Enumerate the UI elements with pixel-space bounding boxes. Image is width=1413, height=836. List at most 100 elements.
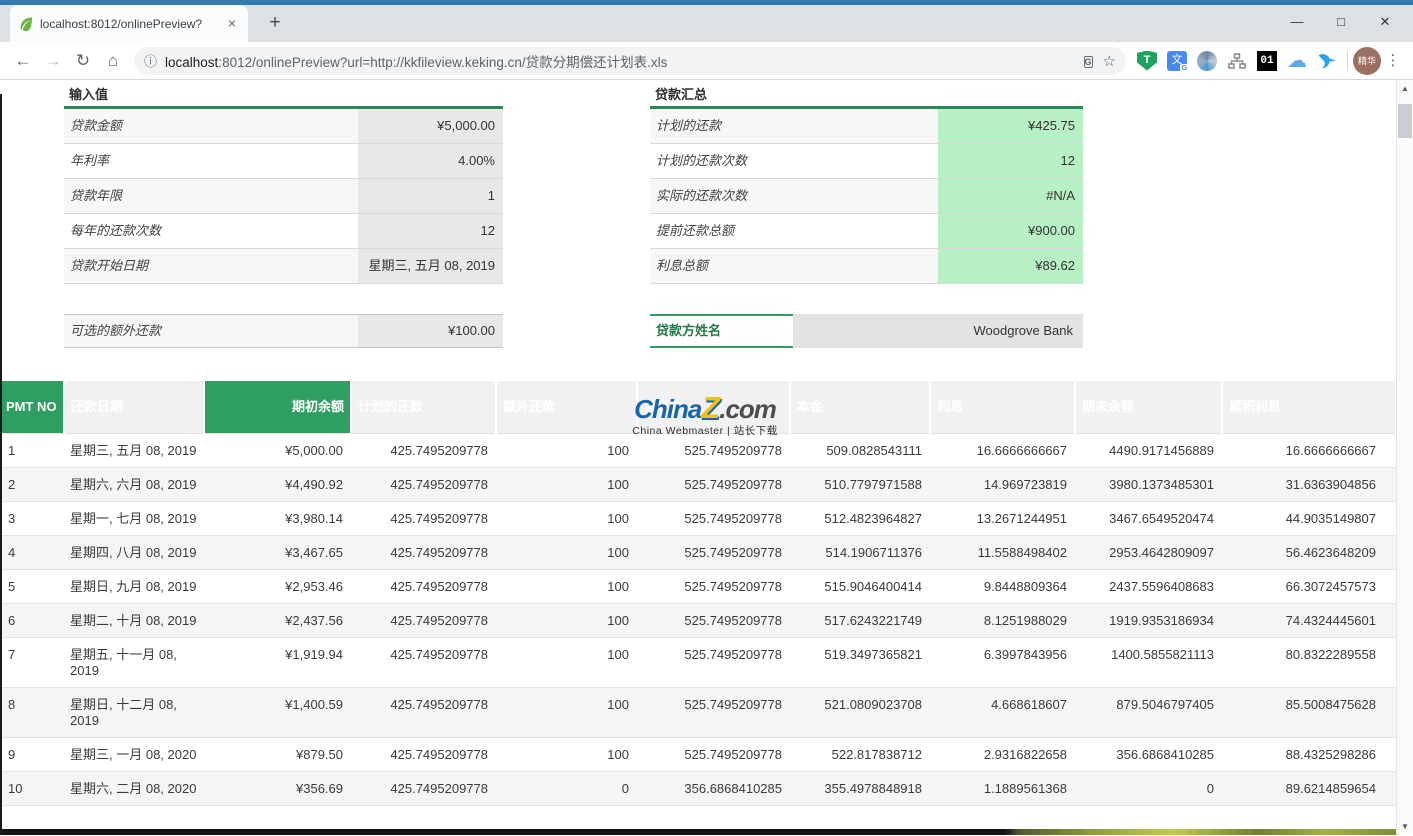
swirl-extension-icon[interactable]: [1192, 46, 1222, 76]
sitemap-extension-icon[interactable]: [1222, 46, 1252, 76]
input-section: 输入值 贷款金额 ¥5,000.00 年利率 4.00% 贷款年限 1 每年的还…: [64, 83, 503, 284]
cell: 10: [8, 780, 23, 796]
cell: 85.5008475628: [1285, 696, 1376, 712]
tampermonkey-extension-icon[interactable]: T: [1132, 46, 1162, 76]
cell: 44.9035149807: [1285, 510, 1376, 526]
table-row: 6 星期二, 十月 08, 2019 ¥2,437.56 425.7495209…: [0, 603, 1396, 637]
cell: 509.0828543111: [826, 442, 922, 458]
table-row: 1 星期三, 五月 08, 2019 ¥5,000.00 425.7495209…: [0, 433, 1396, 467]
01-extension-icon[interactable]: 01: [1252, 46, 1282, 76]
cell: 9: [8, 746, 16, 762]
cell: 525.7495209778: [684, 510, 782, 526]
bird-extension-icon[interactable]: [1312, 46, 1342, 76]
cell: 14.969723819: [983, 476, 1067, 492]
cell: 525.7495209778: [684, 646, 782, 662]
watermark-china: China: [634, 394, 702, 424]
column-header: PMT NO: [0, 381, 65, 433]
url-text[interactable]: localhost:8012/onlinePreview?url=http://…: [165, 51, 1074, 71]
reload-icon[interactable]: ↻: [68, 46, 98, 76]
page-info-icon[interactable]: ⓘ: [144, 51, 157, 70]
table-row: 3 星期一, 七月 08, 2019 ¥3,980.14 425.7495209…: [0, 501, 1396, 535]
kv-label: 计划的还款: [650, 109, 938, 143]
cell: 100: [607, 696, 629, 712]
cell: 6.3997843956: [983, 646, 1067, 662]
content-left-edge: [0, 94, 2, 835]
column-header: 计划的还款: [351, 381, 497, 433]
cell: 100: [607, 578, 629, 594]
home-icon[interactable]: ⌂: [98, 46, 128, 76]
cell: 5: [8, 578, 16, 594]
cell: 星期二, 十月 08, 2019: [70, 612, 197, 628]
back-icon[interactable]: ←: [8, 46, 38, 76]
cell: ¥2,437.56: [285, 612, 343, 628]
table-row: 8 星期日, 十二月 08, 2019 ¥1,400.59 425.749520…: [0, 687, 1396, 737]
kv-label: 利息总额: [650, 249, 938, 283]
kv-label: 实际的还款次数: [650, 179, 938, 213]
cell: 2437.5596408683: [1109, 578, 1214, 594]
chinaz-watermark: ChinaZ.com China Webmaster | 站长下载: [588, 392, 822, 437]
cell: 13.2671244951: [976, 510, 1067, 526]
profile-avatar[interactable]: 精华: [1353, 46, 1381, 75]
tab-close-icon[interactable]: ×: [224, 15, 240, 32]
cell: ¥5,000.00: [285, 442, 343, 458]
cell: 525.7495209778: [684, 612, 782, 628]
watermark-com: .com: [719, 394, 777, 424]
cell: 80.8322289558: [1285, 646, 1376, 662]
cell: ¥356.69: [296, 780, 343, 796]
cell: 879.5046797405: [1116, 696, 1214, 712]
cell: 1: [8, 442, 16, 458]
cell: 74.4324445601: [1285, 612, 1376, 628]
browser-menu-icon[interactable]: ⋮: [1381, 46, 1405, 76]
extensions-area: T 文G 01 ☁ 精华 ⋮: [1132, 46, 1405, 76]
extra-payment-label: 可选的额外还款: [64, 315, 358, 347]
translate-icon[interactable]: G: [1083, 52, 1093, 69]
spring-leaf-favicon: [18, 16, 34, 32]
cell: 2.9316822658: [983, 746, 1067, 762]
cell: 425.7495209778: [390, 510, 488, 526]
cell: 星期五, 十一月 08, 2019: [70, 646, 177, 678]
new-tab-button[interactable]: +: [262, 12, 288, 36]
kv-value: ¥89.62: [938, 249, 1083, 283]
table-row: 利息总额 ¥89.62: [650, 249, 1083, 284]
address-bar[interactable]: ⓘ localhost:8012/onlinePreview?url=http:…: [134, 46, 1126, 75]
scroll-down-icon[interactable]: ▼: [1397, 818, 1413, 835]
window-maximize-button[interactable]: □: [1319, 7, 1363, 37]
cloud-extension-icon[interactable]: ☁: [1282, 46, 1312, 76]
cell: ¥1,400.59: [285, 696, 343, 712]
cell: 4490.9171456889: [1109, 442, 1214, 458]
scrollbar[interactable]: ▲ ▼: [1396, 80, 1413, 835]
window-close-button[interactable]: ✕: [1363, 7, 1407, 37]
window-minimize-button[interactable]: —: [1275, 7, 1319, 37]
summary-section: 贷款汇总 计划的还款 ¥425.75 计划的还款次数 12 实际的还款次数 #N…: [650, 83, 1083, 284]
kv-value: ¥425.75: [938, 109, 1083, 143]
table-row: 计划的还款次数 12: [650, 144, 1083, 179]
cell: 31.6363904856: [1285, 476, 1376, 492]
bookmark-star-icon[interactable]: ☆: [1103, 52, 1116, 70]
cell: 3467.6549520474: [1109, 510, 1214, 526]
file-preview-content: 输入值 贷款金额 ¥5,000.00 年利率 4.00% 贷款年限 1 每年的还…: [0, 80, 1413, 835]
url-path: :8012/onlinePreview?url=http://kkfilevie…: [218, 54, 668, 70]
cell: 512.4823964827: [824, 510, 922, 526]
column-header: 利息: [930, 381, 1076, 433]
cell: 9.8448809364: [983, 578, 1067, 594]
kv-label: 贷款开始日期: [64, 249, 358, 283]
forward-icon[interactable]: →: [38, 46, 68, 76]
summary-table: 计划的还款 ¥425.75 计划的还款次数 12 实际的还款次数 #N/A 提前…: [650, 109, 1083, 284]
watermark-subtitle: China Webmaster | 站长下载: [632, 425, 778, 437]
cell: 1.1889561368: [983, 780, 1067, 796]
cell: 425.7495209778: [390, 646, 488, 662]
cell: 525.7495209778: [684, 696, 782, 712]
browser-tab[interactable]: localhost:8012/onlinePreview? ×: [10, 5, 248, 42]
table-row: 实际的还款次数 #N/A: [650, 179, 1083, 214]
column-header: 还款日期: [64, 381, 205, 433]
cell: 517.6243221749: [824, 612, 922, 628]
cell: 6: [8, 612, 16, 628]
kv-value: 1: [358, 179, 503, 213]
input-table: 贷款金额 ¥5,000.00 年利率 4.00% 贷款年限 1 每年的还款次数 …: [64, 109, 503, 284]
scroll-thumb[interactable]: [1398, 104, 1412, 138]
translate-extension-icon[interactable]: 文G: [1162, 46, 1192, 76]
cell: 100: [607, 476, 629, 492]
cell: 100: [607, 612, 629, 628]
tab-title: localhost:8012/onlinePreview?: [40, 16, 203, 31]
scroll-up-icon[interactable]: ▲: [1397, 80, 1413, 97]
